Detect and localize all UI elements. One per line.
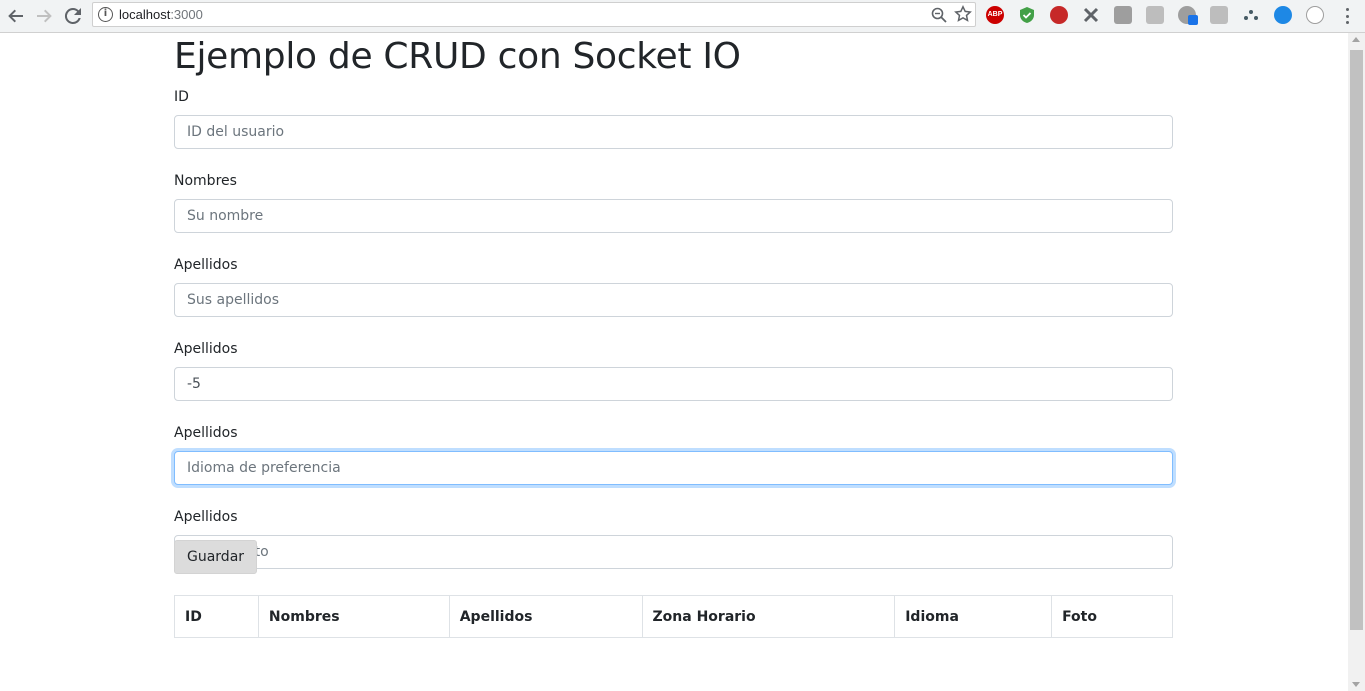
nombres-label: Nombres	[174, 173, 237, 189]
ghost-extension-icon[interactable]	[1178, 6, 1198, 25]
stop-extension-icon[interactable]	[1050, 6, 1068, 24]
form-group-foto: Apellidos	[174, 507, 1173, 569]
globe-extension-icon[interactable]	[1274, 6, 1292, 24]
form-group-apellidos: Apellidos	[174, 255, 1173, 317]
info-icon[interactable]: i	[98, 7, 113, 22]
scrollbar-thumb[interactable]	[1350, 50, 1363, 630]
id-input[interactable]	[174, 115, 1173, 149]
apellidos-input[interactable]	[174, 283, 1173, 317]
form-group-idioma: Apellidos	[174, 423, 1173, 485]
forward-arrow-icon[interactable]	[32, 4, 56, 28]
idioma-input[interactable]	[174, 451, 1173, 485]
url-text[interactable]: localhost:3000	[119, 7, 203, 22]
table-header-row: ID Nombres Apellidos Zona Horario Idioma…	[174, 595, 1173, 638]
address-bar[interactable]: i localhost:3000	[92, 2, 976, 27]
form-group-zona-horario: Apellidos	[174, 339, 1173, 401]
shield-extension-icon[interactable]	[1018, 6, 1036, 24]
page-container: Ejemplo de CRUD con Socket IO ID Nombres…	[174, 33, 1173, 638]
table-header: ID Nombres Apellidos Zona Horario Idioma…	[174, 595, 1173, 638]
extension-badge	[1188, 15, 1198, 25]
bookmark-star-icon[interactable]	[954, 5, 972, 23]
form-group-nombres: Nombres	[174, 171, 1173, 233]
column-header-id: ID	[174, 595, 259, 638]
bag-extension-icon[interactable]	[1114, 6, 1132, 24]
network-extension-icon[interactable]	[1242, 6, 1260, 24]
adblock-extension-icon[interactable]: ABP	[986, 6, 1004, 24]
url-host: localhost	[119, 7, 171, 22]
column-header-idioma: Idioma	[894, 595, 1053, 638]
zona-horario-label: Apellidos	[174, 341, 238, 357]
scroll-down-icon[interactable]	[1352, 682, 1360, 687]
pdf-extension-icon[interactable]	[1146, 6, 1164, 24]
cube-extension-icon[interactable]	[1210, 6, 1228, 24]
url-port: :3000	[170, 7, 203, 22]
scroll-up-icon[interactable]	[1352, 37, 1360, 42]
puzzle-extension-icon[interactable]	[1082, 6, 1100, 24]
column-header-apellidos: Apellidos	[448, 595, 643, 638]
page-scrollbar[interactable]	[1348, 33, 1365, 691]
foto-label: Apellidos	[174, 509, 238, 525]
circle-extension-icon[interactable]	[1306, 6, 1324, 24]
save-button[interactable]: Guardar	[174, 540, 258, 574]
browser-toolbar: i localhost:3000 ABP	[0, 0, 1365, 33]
browser-menu-icon[interactable]	[1340, 6, 1354, 26]
nombres-input[interactable]	[174, 199, 1173, 233]
zona-horario-input[interactable]	[174, 367, 1173, 401]
zoom-icon[interactable]	[930, 6, 948, 24]
foto-input[interactable]	[174, 535, 1173, 569]
column-header-nombres: Nombres	[257, 595, 450, 638]
back-arrow-icon[interactable]	[4, 4, 28, 28]
apellidos-label: Apellidos	[174, 257, 238, 273]
idioma-label: Apellidos	[174, 425, 238, 441]
form-group-id: ID	[174, 87, 1173, 149]
reload-icon[interactable]	[61, 4, 85, 28]
page-title: Ejemplo de CRUD con Socket IO	[174, 36, 741, 77]
id-label: ID	[174, 89, 189, 105]
column-header-zona-horario: Zona Horario	[641, 595, 896, 638]
users-table: ID Nombres Apellidos Zona Horario Idioma…	[174, 595, 1173, 638]
column-header-foto: Foto	[1051, 595, 1173, 638]
